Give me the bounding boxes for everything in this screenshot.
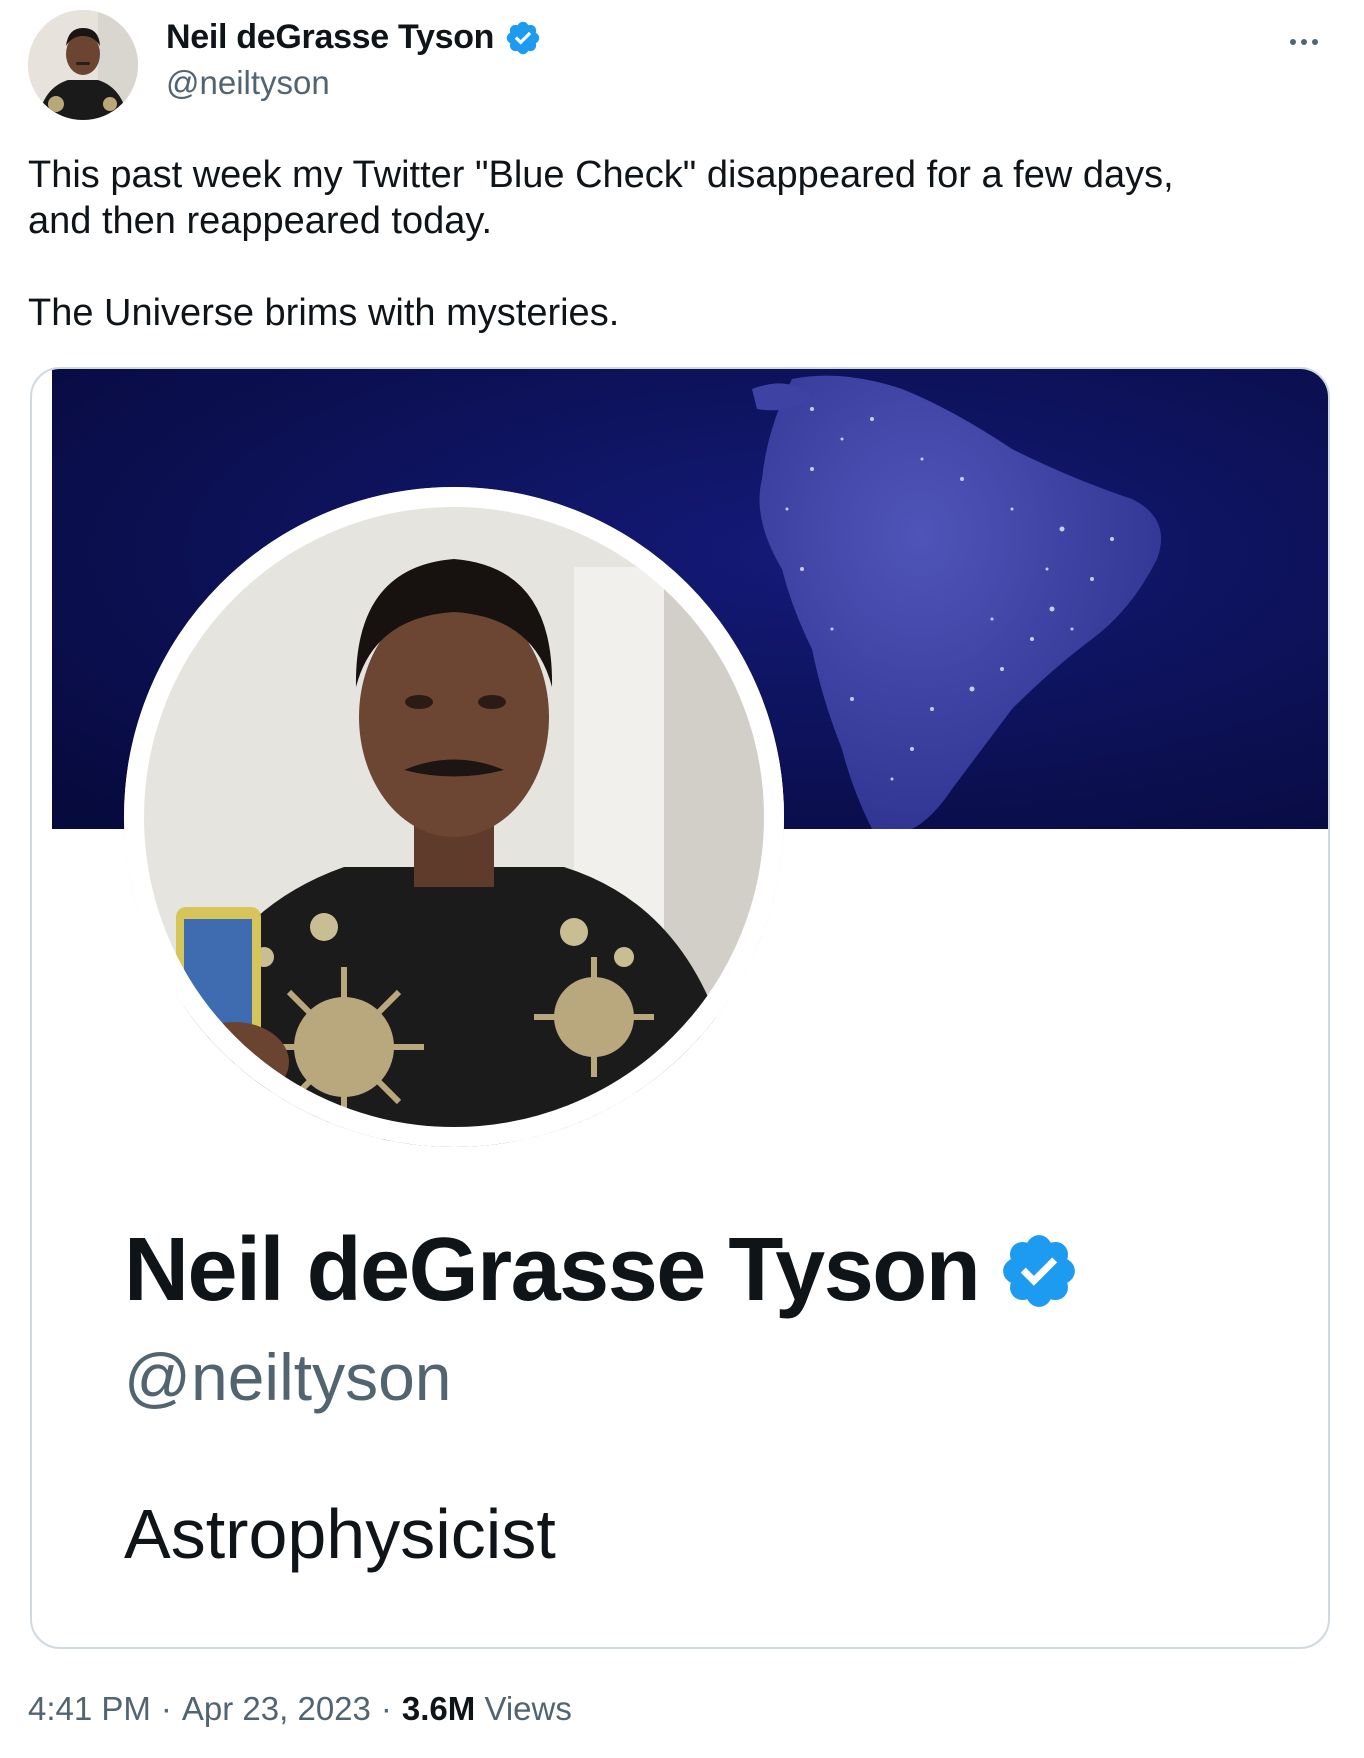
meta-separator: · [160, 1690, 172, 1727]
more-dot [1312, 39, 1318, 45]
more-icon[interactable] [1280, 22, 1328, 62]
views-count: 3.6M [401, 1690, 476, 1727]
profile-photo [124, 487, 784, 1147]
card-display-name: Neil deGrasse Tyson [124, 1219, 1081, 1322]
verified-badge-icon [997, 1229, 1081, 1313]
tweet-date[interactable]: Apr 23, 2023 [182, 1690, 371, 1728]
card-handle: @neiltyson [124, 1340, 452, 1414]
views-label: Views [484, 1690, 572, 1727]
tweet-time[interactable]: 4:41 PM [28, 1690, 151, 1728]
tweet-meta: 4:41 PM · Apr 23, 2023 · 3.6M Views [28, 1690, 572, 1728]
more-dot [1290, 39, 1296, 45]
card-bio: Astrophysicist [124, 1495, 556, 1573]
more-dot [1301, 39, 1307, 45]
tweet-media-image[interactable]: Neil deGrasse Tyson @neiltyson Astrophys… [30, 367, 1330, 1649]
tweet: Neil deGrasse Tyson @neiltyson This past… [0, 0, 1364, 1758]
meta-separator: · [380, 1690, 392, 1727]
author-name-text[interactable]: Neil deGrasse Tyson [166, 18, 494, 57]
author-handle[interactable]: @neiltyson [166, 64, 330, 102]
tweet-text: This past week my Twitter "Blue Check" d… [28, 154, 1174, 334]
verified-badge-icon [504, 19, 542, 57]
avatar[interactable] [28, 10, 138, 120]
card-display-name-text: Neil deGrasse Tyson [124, 1220, 981, 1320]
author-name[interactable]: Neil deGrasse Tyson [166, 18, 542, 57]
views[interactable]: 3.6M Views [402, 1690, 572, 1728]
